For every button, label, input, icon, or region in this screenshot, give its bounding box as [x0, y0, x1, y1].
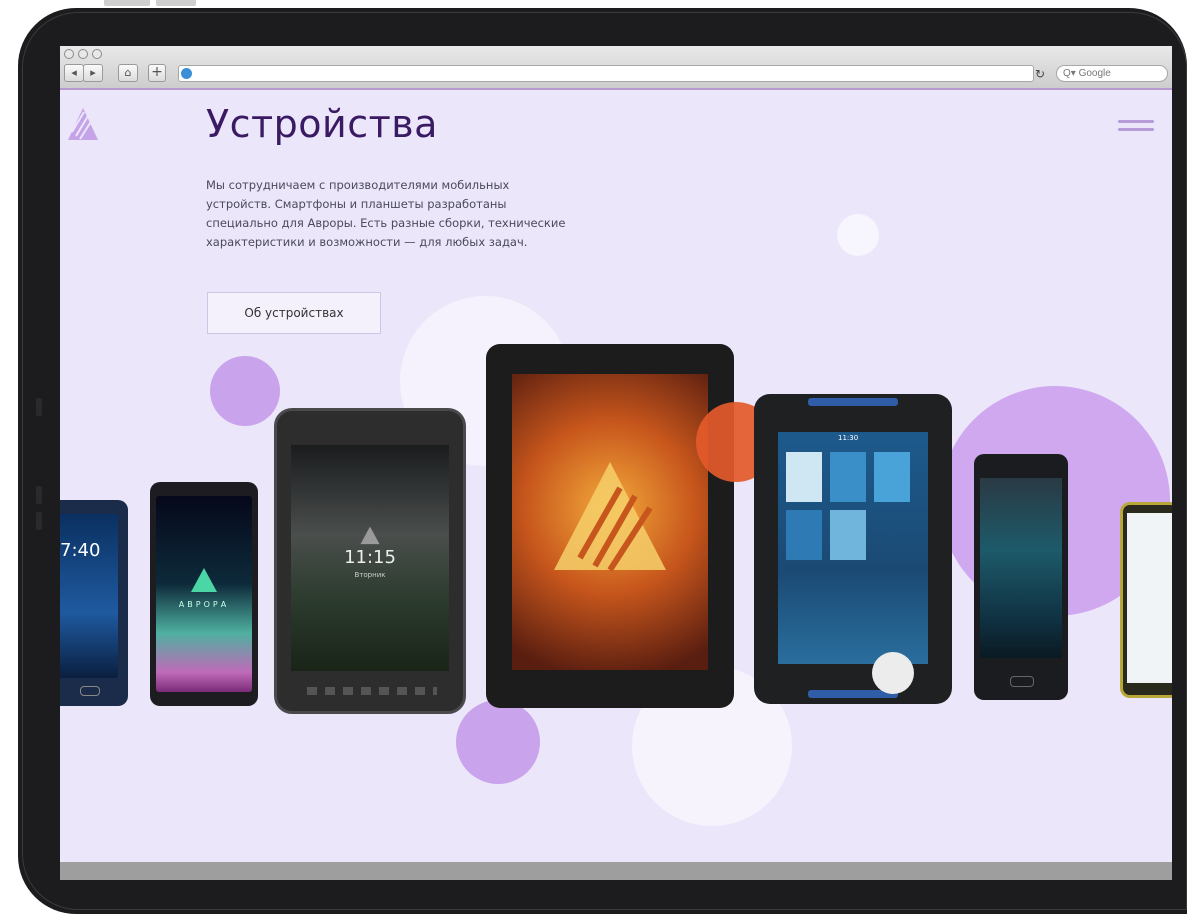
deco-circle [837, 214, 879, 256]
app-tile [830, 510, 866, 560]
deco-circle [456, 700, 540, 784]
rugged-bumper-top [808, 398, 898, 406]
brand-label: АВРОРА [178, 600, 230, 609]
device-phone-2: АВРОРА [150, 482, 258, 706]
app-tile [786, 452, 822, 502]
device-tablet-2 [486, 344, 734, 708]
back-button[interactable]: ◂ [64, 64, 84, 82]
globe-icon [181, 68, 192, 79]
device-screen: 7:40 [60, 514, 118, 678]
app-tile [830, 452, 866, 502]
new-tab-button[interactable]: + [148, 64, 166, 82]
close-window-button[interactable] [64, 49, 74, 59]
app-tile [874, 452, 910, 502]
device-phone-3 [974, 454, 1068, 700]
aurora-logo-icon [68, 108, 98, 140]
tablet-clock: 11:15 [344, 547, 396, 568]
window-controls [64, 49, 102, 59]
home-button-icon [80, 686, 100, 696]
top-edge-mark-left [104, 0, 150, 6]
device-tablet-1: 11:15 Вторник [274, 408, 466, 714]
address-bar[interactable] [178, 65, 1034, 82]
reload-icon[interactable]: ↻ [1032, 66, 1048, 82]
device-screen [512, 374, 708, 670]
phone-clock: 7:40 [60, 540, 101, 561]
deco-circle [872, 652, 914, 694]
home-button-icon [1010, 676, 1034, 687]
page-description: Мы сотрудничаем с производителями мобиль… [206, 178, 566, 249]
search-field[interactable]: Q▾ Google [1056, 65, 1168, 82]
side-button [36, 398, 42, 416]
aurora-logo-icon [554, 462, 666, 572]
page-title: Устройства [206, 102, 438, 146]
side-button [36, 486, 42, 504]
browser-toolbar: ◂ ▸ ⌂ + ↻ Q▾ Google [60, 46, 1172, 90]
tablet-status-time: 11:30 [838, 434, 859, 442]
zoom-window-button[interactable] [92, 49, 102, 59]
top-edge-mark-right [156, 0, 196, 6]
aurora-logo-icon [360, 526, 380, 545]
side-button [36, 512, 42, 530]
device-screen [1127, 513, 1172, 683]
forward-button[interactable]: ▸ [83, 64, 103, 82]
device-screen: АВРОРА [156, 496, 252, 692]
device-phone-4 [1120, 502, 1172, 698]
hamburger-menu-icon[interactable] [1118, 120, 1154, 134]
minimize-window-button[interactable] [78, 49, 88, 59]
device-phone-1: 7:40 [60, 500, 128, 706]
device-tablet-3: 11:30 [754, 394, 952, 704]
device-screen: 11:15 Вторник [291, 445, 449, 671]
about-devices-button[interactable]: Об устройствах [207, 292, 381, 334]
tablet-date: Вторник [354, 571, 386, 579]
home-button[interactable]: ⌂ [118, 64, 138, 82]
aurora-logo-icon [191, 568, 217, 592]
device-screen: 11:30 [778, 432, 928, 664]
hardware-buttons [307, 687, 437, 695]
app-tile [786, 510, 822, 560]
device-screen [980, 478, 1062, 658]
tablet-screen: ◂ ▸ ⌂ + ↻ Q▾ Google Устройства Мы сотруд… [60, 46, 1172, 880]
deco-circle [210, 356, 280, 426]
screen-bottom-bar [60, 862, 1172, 880]
